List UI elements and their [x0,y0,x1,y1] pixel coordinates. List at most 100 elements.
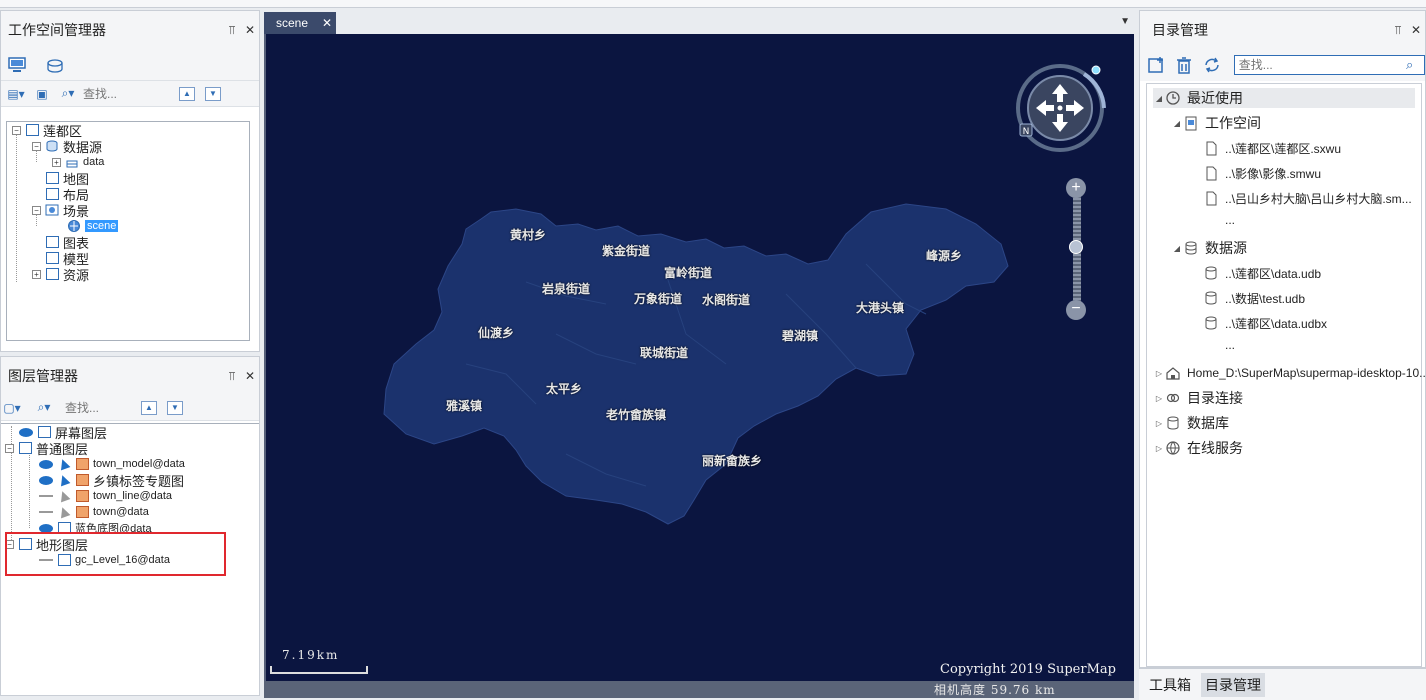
hidden-eye-icon[interactable] [39,495,53,497]
file-icon [1203,190,1219,206]
expand-icon[interactable]: ▷ [1153,394,1165,403]
datasource-file-item[interactable]: ..\数据\test.udb [1203,288,1305,308]
unselectable-arrow-icon[interactable] [57,505,71,519]
zoom-out-button[interactable]: − [1066,300,1086,320]
collapse-icon[interactable]: − [5,539,14,549]
layer-group-normal[interactable]: − 普通图层 [5,440,88,457]
layer-town[interactable]: town@data [39,504,149,520]
layer-icon [75,489,89,503]
search-dropdown-icon[interactable]: ⌕▾ [57,84,79,104]
workspace-icon [25,123,39,137]
scene-viewport[interactable]: 黄村乡 紫金街道 富岭街道 岩泉街道 万象街道 水阁街道 大港头镇 峰源乡 碧湖… [264,34,1134,681]
search-dropdown-icon[interactable]: ⌕▾ [33,398,55,418]
collapse-icon[interactable]: ◢ [1171,119,1183,128]
visible-eye-icon[interactable] [39,475,53,485]
visible-eye-icon[interactable] [19,427,33,437]
datasource-file-item[interactable]: ..\莲都区\data.udbx [1203,313,1327,333]
catalog-search-input[interactable] [1234,58,1406,72]
search-next-button[interactable]: ▼ [205,86,221,101]
layer-town-label[interactable]: 乡镇标签专题图 [39,472,184,489]
search-prev-button[interactable]: ▲ [141,400,157,415]
navigation-compass[interactable]: N [1014,62,1114,162]
data-table-icon [65,155,79,169]
database-icon [1165,415,1181,431]
catalog-panel: 目录管理 ⫪ ✕ ⌕ ◢ 最近使用 ◢ 工作空间 ..\莲都区\莲都区.sxwu… [1139,10,1426,668]
collapse-icon[interactable]: ◢ [1153,94,1165,103]
layer-search-input[interactable] [65,400,135,415]
collapse-icon[interactable]: − [32,205,41,215]
database-icon [1203,315,1219,331]
tree-node-online-service[interactable]: ▷ 在线服务 [1153,438,1243,458]
tab-dropdown-icon[interactable]: ▼ [1120,16,1130,27]
collapse-icon[interactable]: − [5,443,14,453]
zoom-in-button[interactable]: + [1066,178,1086,198]
search-prev-button[interactable]: ▲ [179,86,195,101]
close-icon[interactable]: ✕ [241,369,259,383]
save-icon[interactable]: ▣ [31,84,53,104]
expand-icon[interactable]: + [32,269,41,279]
tree-node-database[interactable]: ▷ 数据库 [1153,413,1229,433]
expand-icon[interactable]: ▷ [1153,419,1165,428]
tree-node-scenes[interactable]: − 场景 [32,202,89,219]
refresh-icon[interactable] [1202,55,1222,75]
tree-node-datasources[interactable]: − 数据源 [32,138,102,155]
layer-group-terrain[interactable]: − 地形图层 [5,536,88,553]
visible-eye-icon[interactable] [39,523,53,533]
workspace-more[interactable]: ... [1225,210,1235,230]
datasource-file-item[interactable]: ..\莲都区\data.udb [1203,263,1321,283]
link-icon [1165,390,1181,406]
add-layer-group-icon[interactable]: ▢▾ [1,398,23,418]
tree-node-catalog-connection[interactable]: ▷ 目录连接 [1153,388,1243,408]
tree-node-resources[interactable]: + 资源 [32,266,89,283]
layout-icon [45,187,59,201]
hidden-eye-icon[interactable] [39,559,53,561]
open-workspace-icon[interactable]: ▤▾ [5,84,27,104]
tree-node-datasource[interactable]: ◢ 数据源 [1171,238,1247,258]
tab-toolbox[interactable]: 工具箱 [1145,673,1195,697]
visible-eye-icon[interactable] [39,459,53,469]
expand-icon[interactable]: ▷ [1153,444,1165,453]
town-label: 峰源乡 [926,249,963,263]
datasource-more[interactable]: ... [1225,335,1235,355]
pin-icon[interactable]: ⫪ [223,23,241,38]
expand-icon[interactable]: + [52,157,61,167]
pin-icon[interactable]: ⫪ [223,369,241,384]
selectable-arrow-icon[interactable] [57,473,71,487]
workspace-file-item[interactable]: ..\影像\影像.smwu [1203,163,1321,183]
unselectable-arrow-icon[interactable] [57,489,71,503]
layer-icon [75,457,89,471]
datasource-icon [45,139,59,153]
workspace-file-item[interactable]: ..\莲都区\莲都区.sxwu [1203,138,1341,158]
search-next-button[interactable]: ▼ [167,400,183,415]
clock-icon [1165,90,1181,106]
new-folder-icon[interactable] [1146,55,1166,75]
close-icon[interactable]: ✕ [241,23,259,37]
delete-icon[interactable] [1174,55,1194,75]
tree-node-recent[interactable]: ◢ 最近使用 [1153,88,1415,108]
zoom-slider-handle[interactable] [1069,240,1083,254]
town-label: 仙渡乡 [478,326,515,340]
expand-icon[interactable]: ▷ [1153,369,1165,378]
layer-town-line[interactable]: town_line@data [39,488,172,504]
tree-node-home[interactable]: ▷ Home_D:\SuperMap\supermap-idesktop-10.… [1153,363,1426,383]
close-icon[interactable]: ✕ [1407,23,1425,37]
collapse-icon[interactable]: − [12,125,21,135]
tab-scene[interactable]: scene ✕ [264,12,336,34]
town-label: 雅溪镇 [446,399,483,413]
selectable-arrow-icon[interactable] [57,457,71,471]
collapse-icon[interactable]: ◢ [1171,244,1183,253]
layer-gc-level-16[interactable]: gc_Level_16@data [39,552,170,568]
workspace-search-input[interactable] [83,86,173,101]
close-tab-icon[interactable]: ✕ [322,16,332,30]
search-icon[interactable]: ⌕ [1406,57,1424,73]
hidden-eye-icon[interactable] [39,511,53,513]
tree-node-workspace[interactable]: ◢ 工作空间 [1171,113,1261,133]
layer-toolbar: ▢▾ ⌕▾ ▲ ▼ [1,395,259,421]
cloud-storage-icon[interactable] [45,55,65,75]
collapse-icon[interactable]: − [32,141,41,151]
workspace-file-item[interactable]: ..\吕山乡村大脑\吕山乡村大脑.sm... [1203,188,1412,208]
workspace-tree-icon[interactable] [7,55,27,75]
tab-catalog[interactable]: 目录管理 [1201,672,1265,697]
catalog-tree: ◢ 最近使用 ◢ 工作空间 ..\莲都区\莲都区.sxwu ..\影像\影像.s… [1146,83,1426,667]
pin-icon[interactable]: ⫪ [1389,23,1407,38]
